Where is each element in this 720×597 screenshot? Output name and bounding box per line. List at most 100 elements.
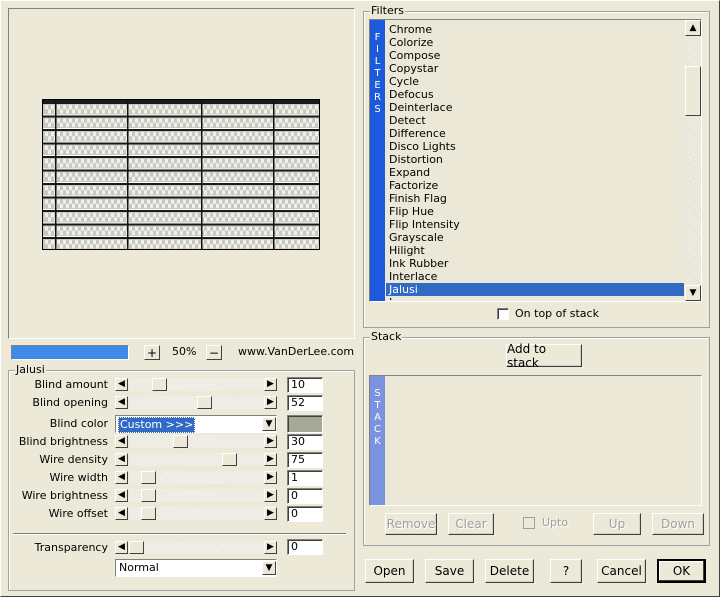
- on-top-label[interactable]: On top of stack: [515, 307, 599, 321]
- wire-brightness-track[interactable]: [129, 489, 264, 502]
- wire-brightness-thumb[interactable]: [141, 489, 156, 502]
- filter-item[interactable]: Compose: [386, 49, 684, 62]
- wire-width-track[interactable]: [129, 471, 264, 484]
- chevron-down-icon[interactable]: ▼: [262, 417, 276, 431]
- wire-density-thumb[interactable]: [222, 453, 237, 466]
- blind-opening-right-arrow[interactable]: ▶: [264, 396, 277, 409]
- scroll-down-arrow[interactable]: ▼: [685, 285, 701, 301]
- progress-bar: [11, 345, 129, 360]
- blind-color-swatch[interactable]: [287, 415, 323, 433]
- transparency-track[interactable]: [129, 541, 264, 554]
- blind-amount-thumb[interactable]: [152, 378, 167, 391]
- zoom-in-button[interactable]: +: [144, 345, 160, 360]
- filter-item[interactable]: Deinterlace: [386, 101, 684, 114]
- wire-offset-track[interactable]: [129, 507, 264, 520]
- blind-opening-field[interactable]: 52: [287, 395, 323, 411]
- up-button[interactable]: Up: [593, 513, 641, 535]
- blind-color-label: Blind color: [49, 417, 108, 430]
- filter-item[interactable]: Disco Lights: [386, 140, 684, 153]
- blind-brightness-field[interactable]: 30: [287, 434, 323, 450]
- blind-amount-field[interactable]: 10: [287, 377, 323, 393]
- remove-button[interactable]: Remove: [385, 513, 437, 535]
- blind-opening-left-arrow[interactable]: ◀: [115, 396, 128, 409]
- wire-density-track[interactable]: [129, 453, 264, 466]
- save-button[interactable]: Save: [425, 559, 474, 583]
- filter-item[interactable]: Flip Hue: [386, 205, 684, 218]
- ok-button[interactable]: OK: [657, 559, 706, 583]
- filter-items: Chrome Colorize Compose Copystar Cycle Defocu…: [386, 23, 684, 300]
- wire-offset-thumb[interactable]: [141, 507, 156, 520]
- preview-panel: [8, 8, 355, 339]
- wire-offset-right-arrow[interactable]: ▶: [264, 507, 277, 520]
- open-button[interactable]: Open: [365, 559, 414, 583]
- filter-item[interactable]: Finish Flag: [386, 192, 684, 205]
- transparency-right-arrow[interactable]: ▶: [264, 541, 277, 554]
- blind-opening-track[interactable]: [129, 396, 264, 409]
- filter-item[interactable]: Interlace: [386, 270, 684, 283]
- transparency-left-arrow[interactable]: ◀: [115, 541, 128, 554]
- wire-density-left-arrow[interactable]: ◀: [115, 453, 128, 466]
- blind-brightness-thumb[interactable]: [173, 435, 188, 448]
- transparency-field[interactable]: 0: [287, 539, 323, 555]
- blind-brightness-right-arrow[interactable]: ▶: [264, 435, 277, 448]
- add-to-stack-button[interactable]: Add to stack: [506, 342, 582, 370]
- stack-side-letter: S: [374, 388, 381, 399]
- blind-opening-thumb[interactable]: [197, 396, 212, 409]
- wire-density-right-arrow[interactable]: ▶: [264, 453, 277, 466]
- help-button[interactable]: ?: [550, 559, 582, 583]
- filter-item[interactable]: Copystar: [386, 62, 684, 75]
- wire-brightness-left-arrow[interactable]: ◀: [115, 489, 128, 502]
- filter-item[interactable]: Ink Rubber: [386, 257, 684, 270]
- blind-brightness-track[interactable]: [129, 435, 264, 448]
- filter-item[interactable]: Hilight: [386, 244, 684, 257]
- stack-side-letter: C: [374, 424, 381, 435]
- blind-color-select[interactable]: Custom >>> ▼: [115, 415, 277, 433]
- filter-item[interactable]: Colorize: [386, 36, 684, 49]
- filter-item[interactable]: Jalusi: [386, 283, 684, 296]
- blind-amount-right-arrow[interactable]: ▶: [264, 378, 277, 391]
- scroll-thumb[interactable]: [685, 66, 701, 116]
- filter-item[interactable]: Detect: [386, 114, 684, 127]
- wire-density-field[interactable]: 75: [287, 452, 323, 468]
- filter-item[interactable]: Expand: [386, 166, 684, 179]
- wire-width-right-arrow[interactable]: ▶: [264, 471, 277, 484]
- filters-scrollbar[interactable]: ▲ ▼: [685, 20, 701, 301]
- down-button[interactable]: Down: [652, 513, 704, 535]
- wire-offset-field[interactable]: 0: [287, 506, 323, 522]
- wire-brightness-label: Wire brightness: [21, 489, 108, 502]
- wire-width-left-arrow[interactable]: ◀: [115, 471, 128, 484]
- filter-item[interactable]: Difference: [386, 127, 684, 140]
- wire-brightness-right-arrow[interactable]: ▶: [264, 489, 277, 502]
- blind-amount-track[interactable]: [129, 378, 264, 391]
- delete-button[interactable]: Delete: [485, 559, 534, 583]
- stack-side-letter: T: [374, 400, 381, 411]
- wire-brightness-field[interactable]: 0: [287, 488, 323, 504]
- vanderlee-credit[interactable]: www.VanDerLee.com: [238, 345, 354, 359]
- cancel-button[interactable]: Cancel: [597, 559, 646, 583]
- filter-item[interactable]: Laserwave: [386, 296, 684, 300]
- wire-width-field[interactable]: 1: [287, 470, 323, 486]
- filter-item[interactable]: Chrome: [386, 23, 684, 36]
- filter-item[interactable]: Factorize: [386, 179, 684, 192]
- filter-item[interactable]: Distortion: [386, 153, 684, 166]
- filter-item[interactable]: Grayscale: [386, 231, 684, 244]
- filter-item[interactable]: Cycle: [386, 75, 684, 88]
- blind-color-value: Custom >>>: [118, 417, 196, 433]
- stack-side-letter: A: [374, 412, 381, 423]
- blind-brightness-left-arrow[interactable]: ◀: [115, 435, 128, 448]
- clear-button[interactable]: Clear: [448, 513, 494, 535]
- zoom-out-button[interactable]: −: [206, 345, 222, 360]
- filter-item[interactable]: Defocus: [386, 88, 684, 101]
- wire-offset-left-arrow[interactable]: ◀: [115, 507, 128, 520]
- chevron-down-icon[interactable]: ▼: [262, 561, 276, 575]
- wire-width-thumb[interactable]: [141, 471, 156, 484]
- blind-amount-left-arrow[interactable]: ◀: [115, 378, 128, 391]
- transparency-thumb[interactable]: [129, 541, 144, 554]
- filters-side-letter: S: [374, 104, 381, 115]
- upto-checkbox[interactable]: [523, 517, 535, 529]
- scroll-up-arrow[interactable]: ▲: [685, 20, 701, 36]
- filter-item[interactable]: Flip Intensity: [386, 218, 684, 231]
- on-top-checkbox[interactable]: [497, 308, 509, 320]
- blend-mode-select[interactable]: Normal ▼: [115, 559, 277, 577]
- upto-label[interactable]: Upto: [542, 516, 568, 530]
